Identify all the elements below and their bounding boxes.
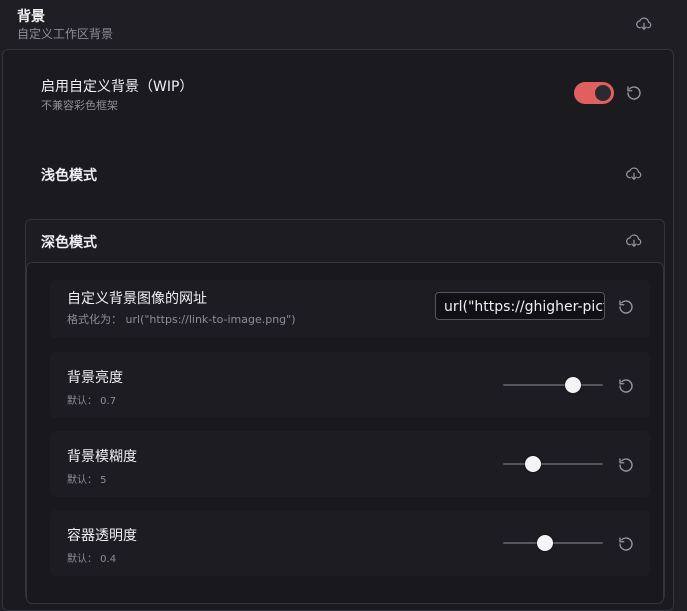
section-title: 背景	[17, 9, 45, 25]
image-url-title: 自定义背景图像的网址	[67, 291, 207, 307]
blur-slider[interactable]	[503, 455, 603, 473]
reset-icon[interactable]	[616, 376, 636, 396]
blur-default: 默认： 5	[67, 475, 107, 486]
light-mode-title: 浅色模式	[41, 168, 97, 184]
image-url-input[interactable]: url("https://ghigher-pictu	[435, 292, 605, 320]
opacity-default: 默认： 0.4	[67, 554, 117, 565]
brightness-title: 背景亮度	[67, 370, 123, 386]
reset-icon[interactable]	[616, 455, 636, 475]
reset-icon[interactable]	[616, 297, 636, 317]
cloud-download-icon[interactable]	[624, 164, 644, 184]
image-url-desc: 格式化为： url("https://link-to-image.png")	[67, 313, 296, 326]
custom-background-toggle[interactable]	[574, 82, 614, 104]
custom-background-title: 启用自定义背景（WIP）	[41, 79, 194, 95]
brightness-slider[interactable]	[503, 376, 603, 394]
slider-thumb[interactable]	[537, 535, 553, 551]
dark-mode-title: 深色模式	[41, 235, 97, 251]
toggle-knob	[595, 85, 611, 101]
opacity-title: 容器透明度	[67, 528, 137, 544]
slider-track	[503, 384, 603, 386]
slider-track	[503, 542, 603, 544]
reset-icon[interactable]	[624, 83, 644, 103]
cloud-download-icon[interactable]	[624, 231, 644, 251]
slider-track	[503, 463, 603, 465]
custom-background-desc: 不兼容彩色框架	[41, 99, 118, 112]
brightness-default: 默认： 0.7	[67, 396, 117, 407]
reset-icon[interactable]	[616, 534, 636, 554]
section-subtitle: 自定义工作区背景	[17, 27, 114, 41]
cloud-download-icon[interactable]	[634, 14, 654, 34]
blur-title: 背景模糊度	[67, 449, 137, 465]
slider-thumb[interactable]	[565, 377, 581, 393]
opacity-slider[interactable]	[503, 534, 603, 552]
slider-thumb[interactable]	[525, 456, 541, 472]
